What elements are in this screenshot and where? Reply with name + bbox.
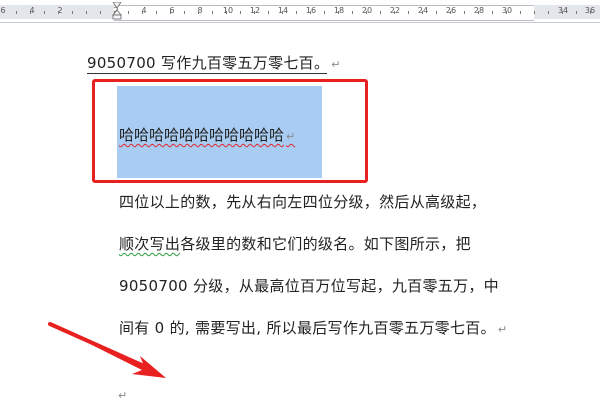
- ruler-tick: [562, 11, 563, 14]
- ruler-tick: [156, 11, 157, 14]
- ruler-number: 6: [0, 6, 6, 15]
- ruler-tick: [380, 11, 381, 14]
- ruler-tick: [254, 11, 255, 14]
- body-text: 各级里的数和它们的级名。如下图所示，把: [180, 235, 471, 253]
- paragraph-mark-icon: ↵: [497, 323, 508, 336]
- ruler-tick: [366, 11, 367, 14]
- ruler-number: 26: [445, 6, 457, 15]
- ruler-tick: [282, 11, 283, 14]
- ruler-tick: [198, 11, 199, 14]
- body-line-3: 9050700 分级，从最高位百万位写起，九百零五万，中: [119, 275, 499, 296]
- ruler-tick: [240, 11, 241, 14]
- ruler-number: 34: [557, 6, 569, 15]
- ruler-tick: [450, 11, 451, 14]
- ruler-tick: [142, 11, 143, 14]
- ruler-tick: [590, 11, 591, 14]
- ruler-tick: [212, 11, 213, 14]
- paragraph-mark-icon: ↵: [118, 389, 128, 402]
- ruler-tick: [464, 11, 465, 14]
- body-text: 间有 0 的, 需要写出, 所以最后写作九百零五万零七百。: [119, 319, 496, 337]
- annotation-arrow-icon: [48, 322, 166, 378]
- highlight-box: [92, 79, 368, 183]
- ruler-tick: [72, 11, 73, 14]
- ruler-number: 16: [305, 6, 317, 15]
- ruler-tick: [128, 11, 129, 14]
- ruler-tick: [44, 11, 45, 14]
- body-line-1: 四位以上的数，先从右向左四位分级，然后从高级起，: [119, 191, 486, 212]
- title-text: 9050700 写作九百零五万零七百。: [87, 54, 330, 72]
- ruler-tick: [422, 11, 423, 14]
- ruler-tick: [16, 11, 17, 14]
- ruler-number: 28: [473, 6, 485, 15]
- ruler-number: 30: [501, 6, 513, 15]
- ruler-tick: [310, 11, 311, 14]
- ruler-tick: [520, 11, 521, 14]
- ruler-number: 24: [417, 6, 429, 15]
- ruler-tick: [534, 11, 535, 14]
- body-line-2: 顺次写出各级里的数和它们的级名。如下图所示，把: [119, 233, 471, 254]
- ruler-number: 12: [249, 6, 261, 15]
- ruler-number: 22: [389, 6, 401, 15]
- ruler-tick: [58, 11, 59, 14]
- ruler-number: 20: [361, 6, 373, 15]
- ruler-tick: [30, 11, 31, 14]
- ruler-number: 10: [222, 6, 234, 15]
- ruler-tick: [268, 11, 269, 14]
- ruler-tick: [86, 11, 87, 14]
- ruler-number: 14: [277, 6, 289, 15]
- title-underline: [87, 73, 327, 74]
- ruler-tick: [352, 11, 353, 14]
- body-line-4: 间有 0 的, 需要写出, 所以最后写作九百零五万零七百。 ↵: [119, 317, 507, 338]
- body-text: 四位以上的数，先从右向左四位分级，然后从高级起，: [119, 193, 487, 211]
- ruler-tick: [436, 11, 437, 14]
- ruler-number: 18: [333, 6, 345, 15]
- ruler-tick: [394, 11, 395, 14]
- grammar-flagged-word: 顺次写出: [119, 235, 181, 253]
- ruler-tick: [226, 11, 227, 14]
- ruler-tick: [506, 11, 507, 14]
- ruler-tick: [478, 11, 479, 14]
- ruler-tick: [184, 11, 185, 14]
- ruler-tick: [576, 11, 577, 14]
- ruler-tick: [492, 11, 493, 14]
- ruler-tick: [338, 11, 339, 14]
- ruler-tick: [324, 11, 325, 14]
- ruler-tick: [100, 11, 101, 14]
- title-line: 9050700 写作九百零五万零七百。 ↵: [87, 52, 341, 73]
- indent-marker-icon[interactable]: [112, 2, 122, 20]
- body-text: 9050700 分级，从最高位百万位写起，九百零五万，中: [119, 277, 499, 295]
- ruler-tick: [548, 11, 549, 14]
- horizontal-ruler[interactable]: 642246810121416182022242628303436: [0, 0, 600, 23]
- paragraph-mark-icon: ↵: [331, 58, 341, 71]
- ruler-tick: [408, 11, 409, 14]
- ruler-tick: [296, 11, 297, 14]
- ruler-tick: [170, 11, 171, 14]
